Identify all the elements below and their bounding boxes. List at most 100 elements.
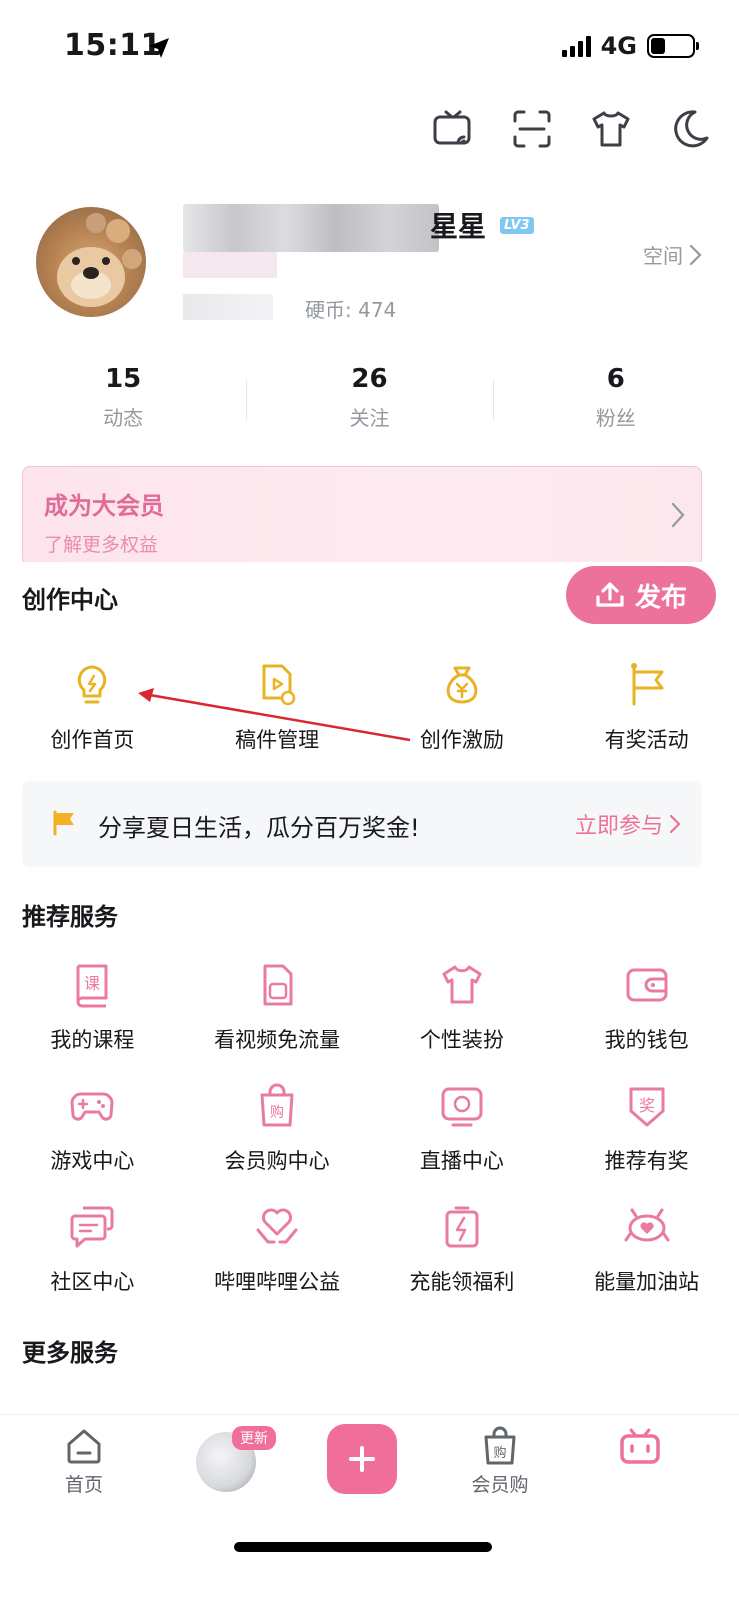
service-community[interactable]: 社区中心	[0, 1204, 185, 1296]
creation-item-label: 创作首页	[50, 728, 135, 752]
blurred-badge	[183, 252, 277, 278]
svg-text:课: 课	[84, 974, 100, 993]
stat-number: 15	[105, 364, 142, 394]
service-game-center[interactable]: 游戏中心	[0, 1083, 185, 1175]
service-free-data[interactable]: 看视频免流量	[185, 962, 370, 1054]
upload-icon	[596, 582, 624, 607]
service-label: 推荐有奖	[604, 1149, 689, 1173]
stat-dynamics[interactable]: 15 动态	[0, 364, 246, 431]
service-label: 个性装扮	[419, 1028, 504, 1052]
recommended-row-2: 游戏中心 购 会员购中心 直播中心 奖 推荐有奖	[0, 1083, 739, 1175]
nav-publish-button[interactable]	[327, 1424, 397, 1494]
coin-count: 硬币: 474	[305, 298, 397, 322]
publish-button[interactable]: 发布	[566, 566, 716, 624]
vip-subtitle: 了解更多权益	[44, 534, 159, 556]
service-wallet[interactable]: 我的钱包	[554, 962, 739, 1054]
service-energy-station[interactable]: 能量加油站	[554, 1204, 739, 1296]
shopping-bag-icon: 购	[260, 1083, 294, 1127]
svg-text:购: 购	[270, 1105, 284, 1121]
level-badge: LV3	[500, 217, 534, 234]
space-link[interactable]: 空间	[643, 240, 703, 269]
nav-shop-label: 会员购	[471, 1474, 529, 1496]
promo-link[interactable]: 立即参与	[575, 808, 681, 840]
service-live-center[interactable]: 直播中心	[370, 1083, 555, 1175]
publish-label: 发布	[634, 582, 687, 613]
location-arrow-icon	[149, 38, 169, 58]
update-badge: 更新	[232, 1426, 276, 1450]
space-link-label: 空间	[643, 244, 683, 268]
plus-icon	[349, 1446, 375, 1472]
creation-item-activities[interactable]: 有奖活动	[554, 662, 739, 754]
service-dress-up[interactable]: 个性装扮	[370, 962, 555, 1054]
tv-cast-icon[interactable]	[432, 108, 474, 150]
recommended-row-3: 社区中心 哔哩哔哩公益 充能领福利 能量加油站	[0, 1204, 739, 1296]
promo-flag-icon	[53, 810, 74, 836]
service-label: 游戏中心	[50, 1149, 135, 1173]
promo-text: 分享夏日生活，瓜分百万奖金!	[98, 814, 420, 842]
gamepad-icon	[70, 1092, 114, 1121]
heart-hands-icon	[256, 1208, 298, 1244]
home-indicator	[234, 1542, 492, 1552]
creation-item-label: 创作激励	[419, 728, 504, 752]
service-label: 能量加油站	[594, 1270, 700, 1294]
night-mode-icon[interactable]	[669, 108, 711, 150]
service-label: 看视频免流量	[214, 1028, 341, 1052]
course-icon: 课	[76, 964, 108, 1008]
signal-icon	[561, 35, 591, 57]
chat-icon	[70, 1206, 114, 1248]
top-actions	[432, 108, 711, 150]
service-referral-reward[interactable]: 奖 推荐有奖	[554, 1083, 739, 1175]
service-charity[interactable]: 哔哩哔哩公益	[185, 1204, 370, 1296]
recommended-row-1: 课 我的课程 看视频免流量 个性装扮 我的钱包	[0, 962, 739, 1054]
nav-home-label: 首页	[64, 1474, 103, 1496]
nav-shop[interactable]: 购 会员购	[450, 1426, 550, 1497]
service-label: 社区中心	[50, 1270, 135, 1294]
service-label: 充能领福利	[409, 1270, 515, 1294]
battery-charge-icon	[445, 1206, 479, 1248]
bulb-icon	[78, 665, 107, 704]
blurred-bcoin	[183, 294, 273, 320]
creation-center-title: 创作中心	[22, 586, 118, 614]
recommended-title: 推荐服务	[22, 903, 118, 931]
scan-icon[interactable]	[511, 108, 553, 150]
more-services-title: 更多服务	[22, 1339, 118, 1367]
nav-home[interactable]: 首页	[34, 1426, 134, 1497]
theme-shirt-icon[interactable]	[590, 108, 632, 150]
service-my-course[interactable]: 课 我的课程	[0, 962, 185, 1054]
sim-card-icon	[263, 964, 293, 1006]
vip-title: 成为大会员	[44, 492, 164, 520]
avatar[interactable]	[36, 207, 146, 317]
network-label: 4G	[600, 32, 637, 60]
money-bag-icon	[446, 666, 478, 704]
stat-number: 26	[351, 364, 388, 394]
live-tv-icon	[441, 1087, 483, 1127]
service-vip-shop[interactable]: 购 会员购中心	[185, 1083, 370, 1175]
nav-mine[interactable]	[590, 1426, 690, 1466]
promo-link-label: 立即参与	[574, 814, 663, 839]
service-label: 我的课程	[50, 1028, 135, 1052]
wallet-icon	[626, 968, 668, 1002]
annotation-arrow	[138, 688, 411, 742]
status-indicators: 4G	[561, 32, 699, 60]
shirt-icon	[442, 965, 482, 1004]
creation-item-label: 有奖活动	[604, 728, 689, 752]
shiba-avatar-image	[57, 213, 142, 307]
stat-label: 关注	[349, 406, 390, 430]
shopping-bag-icon: 购	[484, 1426, 516, 1465]
service-label: 直播中心	[419, 1149, 504, 1173]
stats-row: 15 动态 26 关注 6 粉丝	[0, 364, 739, 431]
service-charge-benefit[interactable]: 充能领福利	[370, 1204, 555, 1296]
chevron-right-icon	[671, 502, 685, 528]
stat-following[interactable]: 26 关注	[246, 364, 492, 431]
user-name: 星星	[430, 210, 487, 243]
chevron-right-icon	[689, 244, 702, 265]
svg-text:奖: 奖	[639, 1096, 655, 1115]
stat-label: 动态	[103, 406, 144, 430]
battery-icon	[647, 34, 699, 58]
flag-icon	[630, 663, 664, 706]
stat-label: 粉丝	[595, 406, 636, 430]
stat-fans[interactable]: 6 粉丝	[492, 364, 739, 431]
energy-station-icon	[624, 1208, 670, 1242]
service-label: 会员购中心	[224, 1149, 330, 1173]
reward-badge-icon: 奖	[629, 1087, 665, 1127]
